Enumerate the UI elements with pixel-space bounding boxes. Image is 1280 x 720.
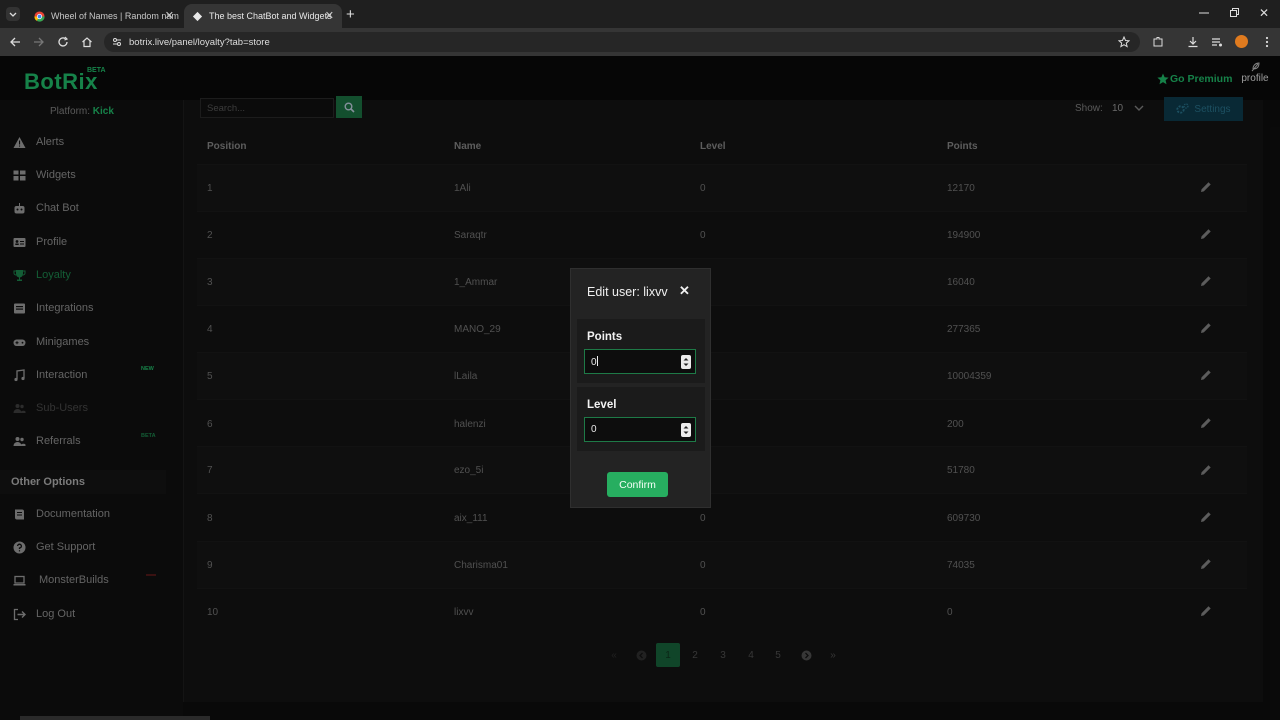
new-tab-button[interactable]: + — [346, 6, 355, 23]
level-label: Level — [587, 399, 617, 411]
address-bar[interactable]: botrix.live/panel/loyalty?tab=store — [104, 32, 1140, 52]
bookmark-star-icon[interactable] — [1118, 36, 1130, 48]
level-value: 0 — [591, 424, 597, 435]
extensions-icon[interactable] — [1152, 36, 1164, 48]
reload-icon[interactable] — [57, 36, 69, 48]
browser-toolbar: botrix.live/panel/loyalty?tab=store — [0, 28, 1280, 56]
horizontal-scrollbar[interactable] — [20, 716, 210, 720]
botrix-favicon-icon — [192, 11, 203, 21]
stepper-arrows-icon — [683, 358, 689, 366]
url-text: botrix.live/panel/loyalty?tab=store — [129, 36, 270, 48]
home-icon[interactable] — [81, 36, 93, 48]
confirm-button[interactable]: Confirm — [607, 472, 668, 497]
points-input[interactable]: 0 — [584, 349, 696, 374]
stepper-arrows-icon — [683, 426, 689, 434]
level-input[interactable]: 0 — [584, 417, 696, 442]
modal-close-icon[interactable]: ✕ — [679, 283, 690, 299]
download-icon[interactable] — [1187, 36, 1199, 48]
tab-title: The best ChatBot and Widgets — [209, 11, 332, 21]
tab-title: Wheel of Names | Random nam — [51, 11, 179, 21]
tab-search-button[interactable] — [6, 7, 20, 21]
media-control-icon[interactable] — [1211, 36, 1223, 48]
level-field-group: Level 0 — [577, 387, 705, 451]
edit-user-modal: Edit user: lixvv ✕ Points 0 Level 0 Conf… — [570, 268, 711, 508]
site-info-icon[interactable] — [112, 37, 122, 47]
points-field-group: Points 0 — [577, 319, 705, 383]
chevron-down-icon — [9, 12, 17, 17]
browser-tab-bar: Wheel of Names | Random nam ✕ The best C… — [0, 0, 1280, 28]
minimize-icon — [1199, 12, 1209, 14]
modal-title: Edit user: lixvv — [587, 285, 668, 299]
tab-botrix[interactable]: The best ChatBot and Widgets ✕ — [184, 4, 342, 28]
level-stepper[interactable] — [681, 423, 691, 437]
restore-icon — [1230, 8, 1239, 17]
points-stepper[interactable] — [681, 355, 691, 369]
minimize-button[interactable] — [1199, 7, 1209, 17]
chrome-favicon-icon — [34, 10, 45, 22]
forward-icon[interactable] — [33, 36, 45, 48]
points-label: Points — [587, 331, 623, 343]
close-icon[interactable]: ✕ — [325, 9, 334, 22]
browser-menu-icon[interactable] — [1261, 36, 1273, 48]
back-icon[interactable] — [9, 36, 21, 48]
window-close-button[interactable]: ✕ — [1259, 6, 1269, 20]
user-avatar[interactable] — [1235, 35, 1248, 48]
tab-wheel-of-names[interactable]: Wheel of Names | Random nam ✕ — [26, 4, 182, 28]
restore-button[interactable] — [1229, 8, 1239, 18]
text-caret — [596, 356, 598, 366]
close-icon[interactable]: ✕ — [165, 9, 174, 22]
